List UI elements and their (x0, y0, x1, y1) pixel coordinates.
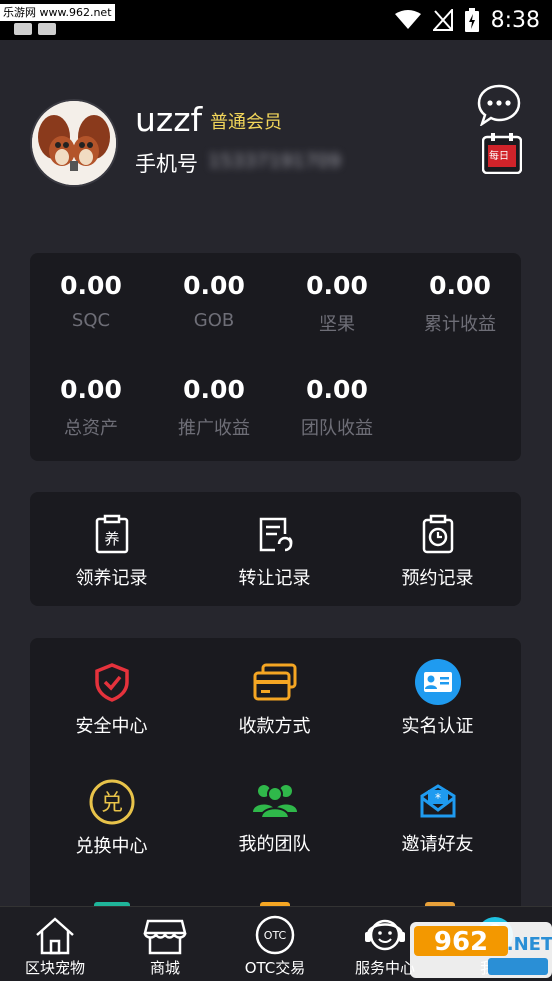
menu-label: 收款方式 (238, 716, 311, 737)
wifi-icon (394, 10, 421, 29)
payment-card-icon (253, 663, 296, 701)
calendar-badge-text: 每日 (489, 151, 509, 162)
tab-store[interactable]: 商城 (110, 913, 220, 978)
stat-team-earnings: 0.00 团队收益 (276, 375, 398, 440)
asset-stats-card: 0.00 SQC 0.00 GOB 0.00 坚果 0.00 累计收益 0.00… (30, 253, 521, 461)
id-card-icon (414, 659, 461, 705)
stat-cumulative-earnings: 0.00 累计收益 (399, 271, 521, 336)
menu-label: 领养记录 (75, 568, 148, 589)
transfer-record-icon (259, 517, 292, 552)
exchange-icon: 兑 (89, 779, 134, 825)
stat-value: 0.00 (60, 271, 122, 300)
phone-value: 15337191709 (208, 150, 341, 172)
invite-friends-button[interactable]: * 邀请好友 (356, 780, 519, 856)
tab-block-pets[interactable]: 区块宠物 (0, 913, 110, 978)
security-shield-icon (94, 663, 129, 702)
payment-method-button[interactable]: 收款方式 (193, 662, 356, 738)
menu-label: 实名认证 (401, 716, 474, 737)
phone-label: 手机号 (135, 152, 198, 176)
stat-label: 总资产 (64, 418, 118, 439)
stat-nuts: 0.00 坚果 (276, 271, 398, 336)
message-icon[interactable] (477, 84, 521, 126)
menu-label: 安全中心 (75, 716, 148, 737)
records-card: 养 领养记录 转让记录 预约记录 (30, 492, 521, 606)
menu-label: 预约记录 (401, 568, 474, 589)
battery-icon (464, 8, 479, 32)
squirrel-avatar-icon (32, 101, 116, 185)
stat-total-assets: 0.00 总资产 (30, 375, 152, 440)
adopt-record-icon: 养 (95, 514, 128, 554)
tab-label: OTC交易 (244, 959, 306, 977)
service-icon (365, 919, 405, 951)
real-name-verification-button[interactable]: 实名认证 (356, 658, 519, 738)
tab-label: 区块宠物 (24, 959, 85, 977)
tab-otc-trade[interactable]: OTC OTC交易 (220, 913, 330, 978)
otc-icon: OTC (255, 915, 295, 955)
transfer-record-button[interactable]: 转让记录 (193, 514, 356, 590)
svg-text:962: 962 (434, 927, 488, 957)
stat-label: 坚果 (319, 314, 355, 335)
member-level-badge: 普通会员 (210, 112, 282, 133)
stat-value: 0.00 (306, 375, 368, 404)
stat-label: 推广收益 (178, 418, 250, 439)
no-signal-icon (432, 9, 453, 31)
daily-checkin-calendar-icon[interactable]: 每日 (481, 132, 523, 175)
avatar[interactable] (30, 99, 118, 187)
menu-label: 兑换中心 (75, 836, 148, 857)
stat-value: 0.00 (183, 375, 245, 404)
my-team-button[interactable]: 我的团队 (193, 780, 356, 856)
reservation-record-button[interactable]: 预约记录 (356, 514, 519, 590)
team-icon (252, 785, 297, 819)
menu-label: 邀请好友 (401, 834, 474, 855)
status-icons: 8:38 (394, 6, 540, 34)
svg-text:.NET: .NET (507, 934, 552, 955)
stat-promotion-earnings: 0.00 推广收益 (153, 375, 275, 440)
stat-sqc: 0.00 SQC (30, 271, 152, 331)
security-center-button[interactable]: 安全中心 (30, 662, 193, 738)
menu-label: 转让记录 (238, 568, 311, 589)
reservation-record-icon (422, 514, 453, 554)
stat-gob: 0.00 GOB (153, 271, 275, 331)
adopt-record-button[interactable]: 养 领养记录 (30, 514, 193, 590)
stat-label: GOB (193, 310, 235, 331)
otc-icon-text: OTC (264, 929, 287, 942)
status-bar: 乐游网 www.962.net 8:38 (0, 0, 552, 40)
username: uzzf (135, 100, 203, 139)
exchange-icon-char: 兑 (100, 791, 122, 816)
stat-label: 团队收益 (301, 418, 373, 439)
invite-mail-icon: * (420, 784, 455, 818)
notification-icons (14, 20, 62, 39)
stat-label: 累计收益 (424, 314, 496, 335)
stat-value: 0.00 (429, 271, 491, 300)
menu-label: 我的团队 (238, 834, 311, 855)
services-card: 安全中心 收款方式 实名认证 兑 兑换中心 我的团队 * 邀请好友 (30, 638, 521, 928)
store-icon (143, 919, 187, 955)
clock: 8:38 (490, 7, 540, 33)
exchange-center-button[interactable]: 兑 兑换中心 (30, 778, 193, 858)
stat-value: 0.00 (306, 271, 368, 300)
stat-label: SQC (71, 310, 111, 331)
stat-value: 0.00 (60, 375, 122, 404)
watermark-logo: 962 .NET (410, 922, 552, 978)
watermark-text: 乐游网 www.962.net (0, 4, 115, 21)
svg-text:*: * (435, 791, 441, 805)
home-icon (36, 917, 74, 955)
adopt-icon-char: 养 (104, 530, 119, 548)
stat-value: 0.00 (183, 271, 245, 300)
tab-label: 商城 (149, 959, 180, 977)
